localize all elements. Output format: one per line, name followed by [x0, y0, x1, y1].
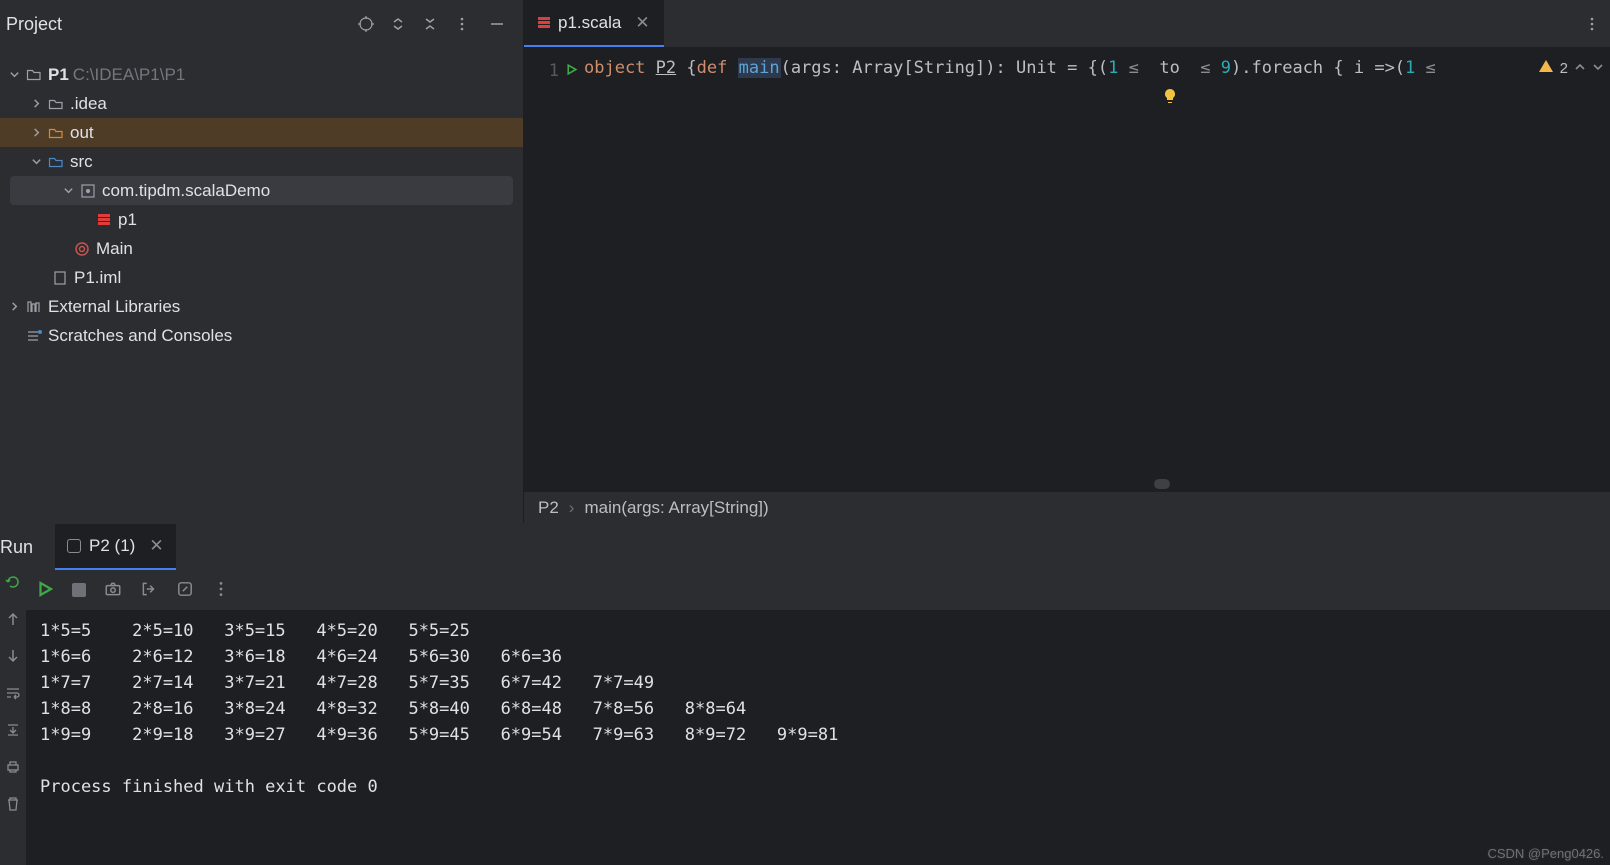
- soft-wrap-icon[interactable]: [5, 685, 21, 704]
- code-area[interactable]: 1 object P2 {def main(args: Array[String…: [524, 48, 1610, 491]
- console-output[interactable]: 1*5=5 2*5=10 3*5=15 4*5=20 5*5=25 1*6=6 …: [26, 610, 1610, 800]
- console-line: Process finished with exit code 0: [40, 777, 378, 797]
- warning-count: 2: [1560, 60, 1568, 77]
- more-vert-icon[interactable]: [1584, 0, 1610, 47]
- close-icon[interactable]: ✕: [635, 13, 649, 33]
- console-line: 1*6=6 2*6=12 3*6=18 4*6=24 5*6=30 6*6=36: [40, 647, 562, 667]
- tree-root-name: P1: [48, 65, 69, 85]
- tree-item-label: p1: [118, 210, 137, 230]
- console-line: 1*7=7 2*7=14 3*7=21 4*7=28 5*7=35 6*7=42…: [40, 673, 654, 693]
- folder-icon: [24, 67, 44, 83]
- collapse-all-icon[interactable]: [419, 13, 441, 35]
- edit-icon[interactable]: [176, 580, 194, 601]
- stop-icon[interactable]: [72, 583, 86, 597]
- folder-icon: [46, 96, 66, 112]
- rerun-icon[interactable]: [5, 574, 21, 593]
- warning-icon: [1538, 58, 1554, 78]
- project-tree: P1 C:\IDEA\P1\P1 .idea out: [0, 48, 523, 350]
- tree-root[interactable]: P1 C:\IDEA\P1\P1: [0, 60, 523, 89]
- tree-item-package[interactable]: com.tipdm.scalaDemo: [10, 176, 513, 205]
- tree-item-label: src: [70, 152, 93, 172]
- camera-icon[interactable]: [104, 580, 122, 601]
- run-toolbar: [26, 570, 1610, 610]
- inspection-widget[interactable]: 2: [1538, 58, 1604, 78]
- scala-icon: [94, 214, 114, 225]
- chevron-up-icon[interactable]: [1574, 60, 1586, 77]
- run-tab-label: P2 (1): [89, 536, 135, 556]
- gutter: 1: [524, 48, 584, 491]
- editor-tab-p1[interactable]: p1.scala ✕: [524, 0, 664, 47]
- folder-icon: [46, 125, 66, 141]
- tree-item-src[interactable]: src: [0, 147, 523, 176]
- run-config-icon: [67, 539, 81, 553]
- run-icon[interactable]: [565, 61, 578, 81]
- tree-item-external-libraries[interactable]: External Libraries: [0, 292, 523, 321]
- editor-area: p1.scala ✕ 1 object P2 {def: [524, 0, 1610, 523]
- run-panel: Run P2 (1) ✕: [0, 523, 1610, 865]
- target-icon[interactable]: [355, 13, 377, 35]
- tree-item-label: .idea: [70, 94, 107, 114]
- tree-root-path: C:\IDEA\P1\P1: [73, 65, 185, 85]
- more-vert-icon[interactable]: [451, 13, 473, 35]
- run-icon[interactable]: [36, 580, 54, 601]
- tree-item-label: Main: [96, 239, 133, 259]
- breadcrumb: P2 › main(args: Array[String]): [524, 491, 1610, 523]
- trash-icon[interactable]: [5, 796, 21, 815]
- watermark: CSDN @Peng0426.: [1487, 846, 1604, 861]
- scroll-to-end-icon[interactable]: [5, 722, 21, 741]
- tree-item-label: com.tipdm.scalaDemo: [102, 181, 270, 201]
- run-tab[interactable]: P2 (1) ✕: [55, 524, 176, 570]
- arrow-down-icon[interactable]: [5, 648, 21, 667]
- tree-item-label: out: [70, 123, 94, 143]
- tree-item-out[interactable]: out: [0, 118, 523, 147]
- tree-item-p1[interactable]: p1: [0, 205, 523, 234]
- panel-title-text: Project: [6, 14, 62, 35]
- minimize-icon[interactable]: [483, 13, 511, 35]
- object-icon: [72, 241, 92, 257]
- library-icon: [24, 299, 44, 315]
- tree-item-label: External Libraries: [48, 297, 180, 317]
- scala-icon: [538, 17, 550, 28]
- editor-tab-label: p1.scala: [558, 13, 621, 33]
- print-icon[interactable]: [5, 759, 21, 778]
- expand-collapse-icon[interactable]: [387, 13, 409, 35]
- breadcrumb-item[interactable]: P2: [538, 498, 559, 518]
- folder-icon: [46, 154, 66, 170]
- run-gutter: [0, 570, 26, 865]
- run-panel-header: Run P2 (1) ✕: [0, 524, 1610, 570]
- more-vert-icon[interactable]: [212, 580, 230, 601]
- line-number: 1: [549, 61, 559, 81]
- editor-tab-bar: p1.scala ✕: [524, 0, 1610, 48]
- console-line: 1*8=8 2*8=16 3*8=24 4*8=32 5*8=40 6*8=48…: [40, 699, 746, 719]
- tree-item-iml[interactable]: P1.iml: [0, 263, 523, 292]
- breadcrumb-item[interactable]: main(args: Array[String]): [584, 498, 768, 518]
- tree-item-label: P1.iml: [74, 268, 121, 288]
- horizontal-scrollbar[interactable]: [1154, 479, 1170, 489]
- module-icon: [50, 270, 70, 286]
- code-line: object P2 {def main(args: Array[String])…: [584, 48, 1436, 491]
- project-panel-header: Project: [0, 0, 523, 48]
- tree-item-label: Scratches and Consoles: [48, 326, 232, 346]
- close-icon[interactable]: ✕: [149, 536, 163, 556]
- tree-item-main[interactable]: Main: [0, 234, 523, 263]
- tree-item-scratches[interactable]: › Scratches and Consoles: [0, 321, 523, 350]
- tree-item-idea[interactable]: .idea: [0, 89, 523, 118]
- console-line: 1*9=9 2*9=18 3*9=27 4*9=36 5*9=45 6*9=54…: [40, 725, 838, 745]
- chevron-down-icon[interactable]: [1592, 60, 1604, 77]
- package-icon: [78, 183, 98, 199]
- scratches-icon: [24, 328, 44, 344]
- exit-icon[interactable]: [140, 580, 158, 601]
- project-panel-title[interactable]: Project: [6, 14, 72, 35]
- arrow-up-icon[interactable]: [5, 611, 21, 630]
- lightbulb-icon[interactable]: [1162, 88, 1178, 107]
- project-panel: Project: [0, 0, 524, 523]
- run-panel-title: Run: [0, 537, 33, 558]
- console-line: 1*5=5 2*5=10 3*5=15 4*5=20 5*5=25: [40, 621, 470, 641]
